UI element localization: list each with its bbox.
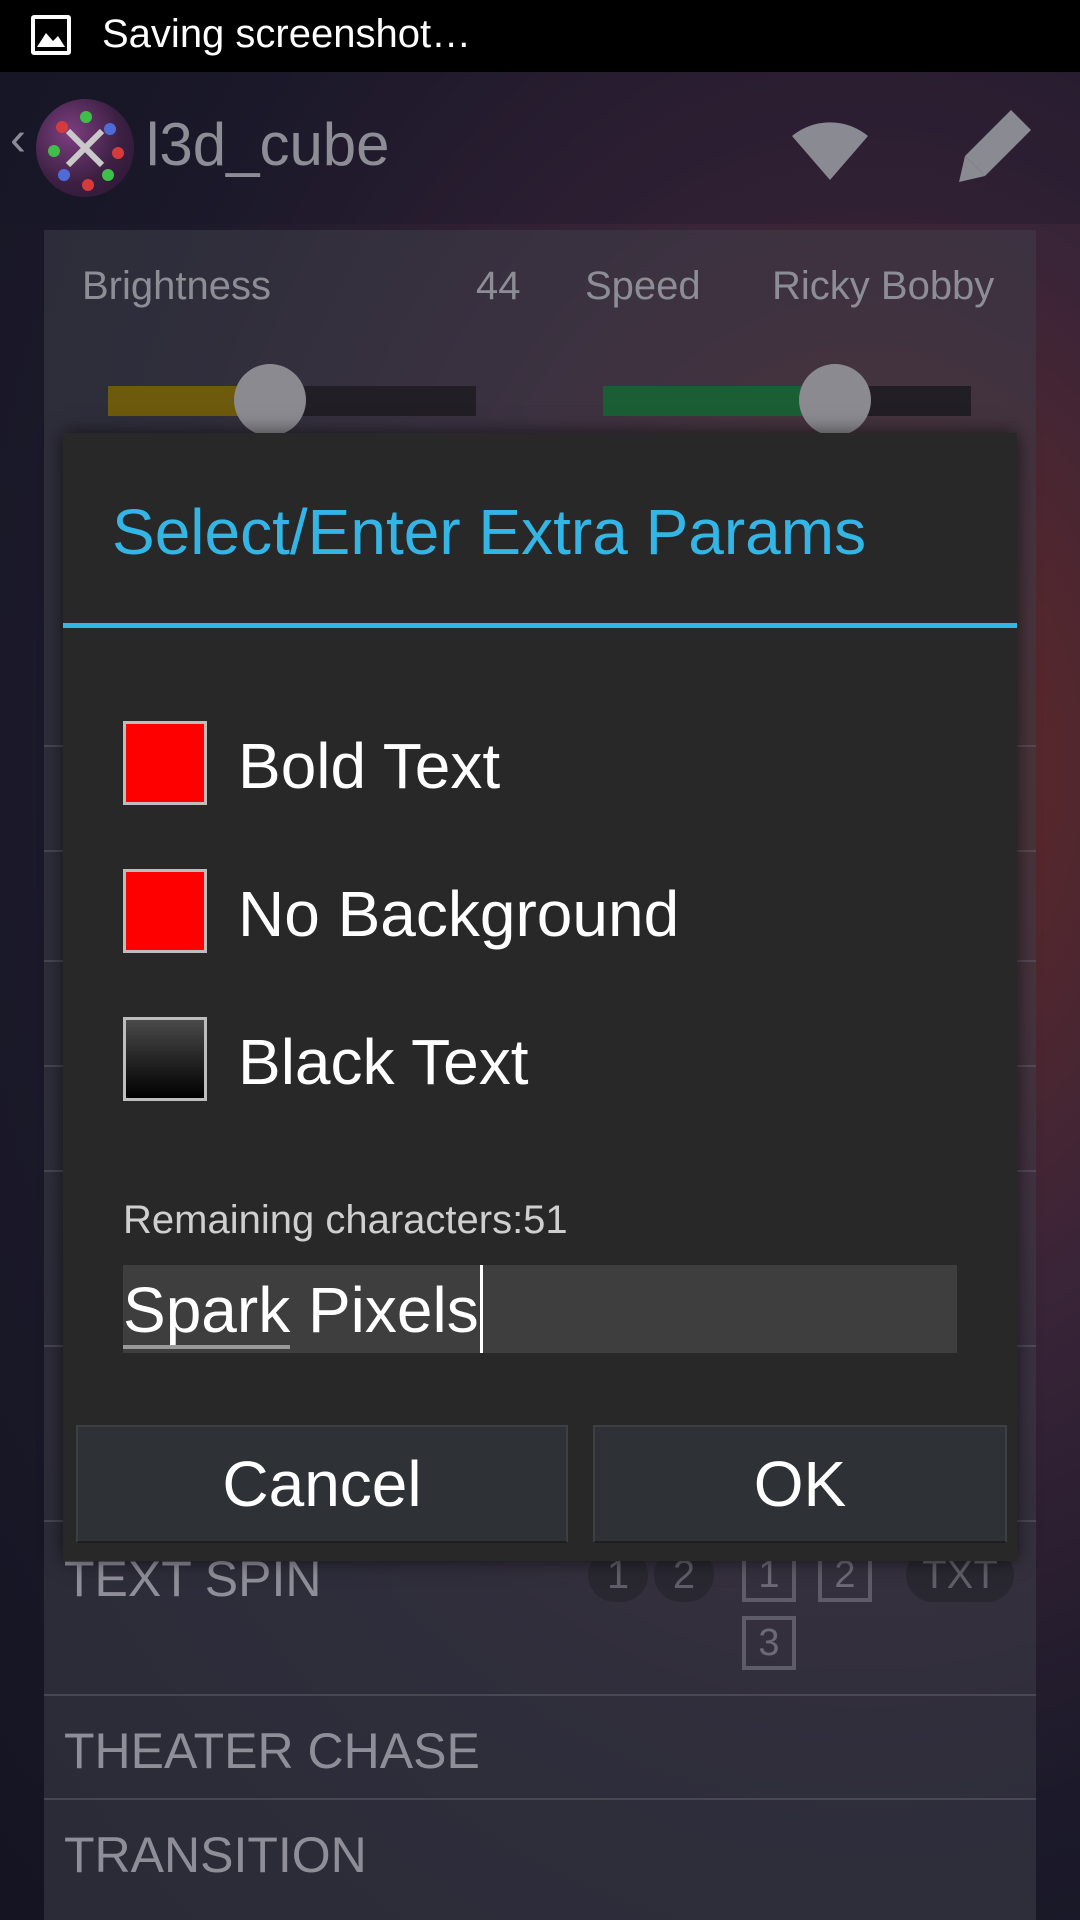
image-icon (31, 15, 71, 55)
speed-value: Ricky Bobby (772, 264, 995, 308)
logo-dot (48, 145, 60, 157)
list-item-theater-chase[interactable]: THEATER CHASE (64, 1722, 480, 1780)
cancel-button[interactable]: Cancel (76, 1425, 568, 1543)
ok-button[interactable]: OK (593, 1425, 1007, 1543)
extra-text-input[interactable]: Spark Pixels (123, 1265, 957, 1353)
text-caret (479, 1265, 483, 1353)
back-icon[interactable]: ‹ (10, 112, 26, 167)
brightness-label: Brightness (82, 264, 271, 308)
brightness-value: 44 (476, 264, 521, 308)
app-logo[interactable] (36, 99, 134, 197)
wifi-icon[interactable] (790, 114, 870, 184)
input-value: Spark Pixels (123, 1274, 479, 1346)
dialog-title: Select/Enter Extra Params (112, 496, 867, 568)
extra-params-dialog: Select/Enter Extra Params Bold Text No B… (63, 433, 1017, 1561)
action-bar: ‹ l3d_cube (0, 72, 1080, 224)
checkbox-box[interactable] (123, 869, 207, 953)
list-divider (44, 1798, 1036, 1800)
status-bar: Saving screenshot… (0, 0, 1080, 72)
checkbox-box[interactable] (123, 1017, 207, 1101)
logo-dot (112, 147, 124, 159)
remaining-characters: Remaining characters:51 (123, 1198, 568, 1242)
logo-dot (82, 179, 94, 191)
option-box[interactable]: 3 (742, 1616, 796, 1670)
brightness-slider-thumb[interactable] (233, 364, 306, 436)
checkbox-label: Black Text (238, 1026, 529, 1098)
dialog-title-divider (63, 623, 1017, 628)
checkbox-box[interactable] (123, 721, 207, 805)
logo-cross (65, 128, 105, 168)
list-item-transition[interactable]: TRANSITION (64, 1826, 367, 1884)
list-divider (44, 1694, 1036, 1696)
logo-dot (80, 111, 92, 123)
speed-slider-thumb[interactable] (798, 364, 871, 436)
status-notification-text: Saving screenshot… (102, 12, 472, 56)
input-value-wrap: Spark Pixels (123, 1265, 483, 1353)
checkbox-label: No Background (238, 878, 680, 950)
spellcheck-underline (123, 1345, 290, 1349)
edit-icon[interactable] (955, 106, 1035, 186)
app-title: l3d_cube (146, 111, 390, 178)
speed-label: Speed (585, 264, 701, 308)
checkbox-label: Bold Text (238, 730, 501, 802)
speed-slider[interactable] (603, 386, 971, 416)
